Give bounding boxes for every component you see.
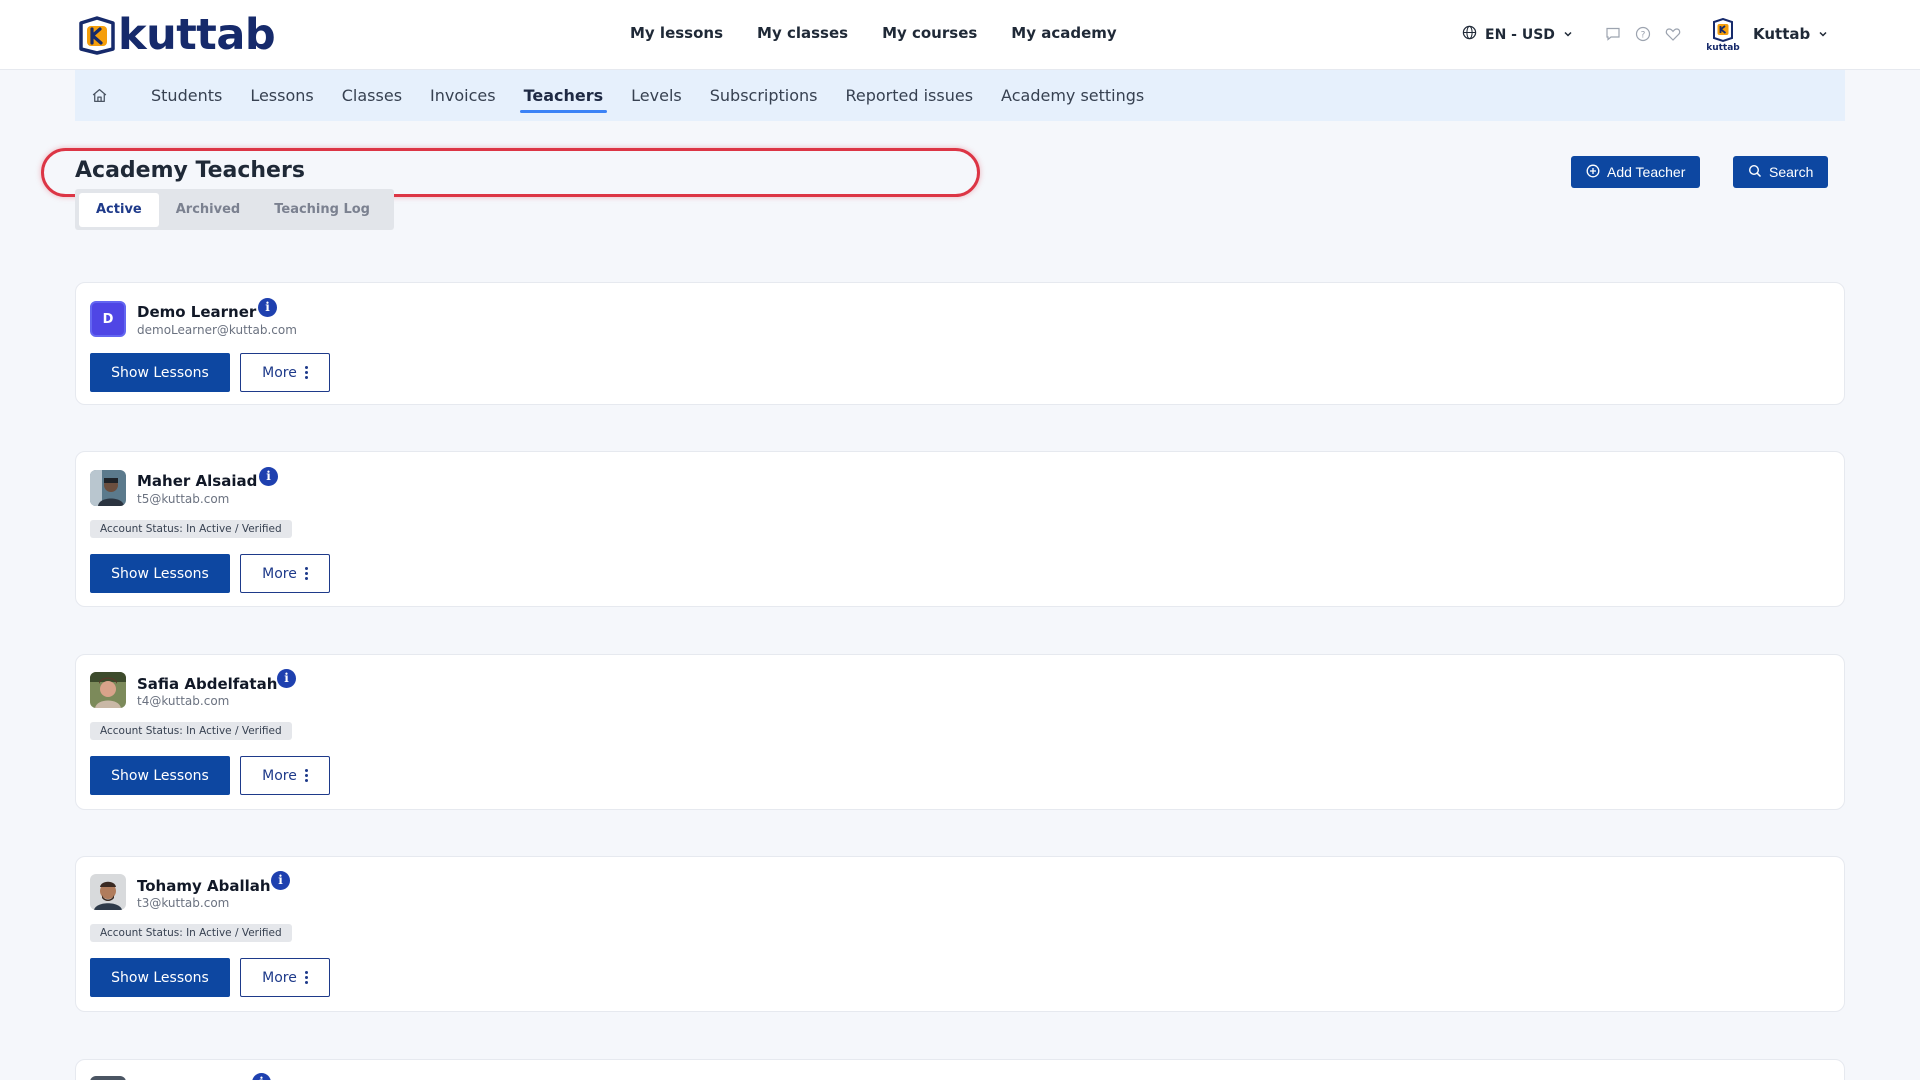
add-teacher-button[interactable]: Add Teacher xyxy=(1571,156,1701,188)
help-icon[interactable]: ? xyxy=(1635,26,1651,42)
kebab-menu-icon xyxy=(304,366,308,379)
avatar xyxy=(90,1076,126,1080)
subnav-classes[interactable]: Classes xyxy=(342,70,402,121)
nav-my-academy[interactable]: My academy xyxy=(1011,24,1116,42)
chat-icon[interactable] xyxy=(1605,26,1621,42)
teacher-card: i xyxy=(75,1059,1845,1080)
status-badge: Account Status: In Active / Verified xyxy=(90,924,292,942)
header-icons: ? xyxy=(1605,26,1681,42)
more-button[interactable]: More xyxy=(240,958,330,997)
home-icon[interactable] xyxy=(75,87,123,104)
kebab-menu-icon xyxy=(304,769,308,782)
teacher-name: Safia Abdelfatah xyxy=(137,675,278,693)
info-icon[interactable]: i xyxy=(252,1073,271,1080)
more-label: More xyxy=(262,767,297,784)
kebab-menu-icon xyxy=(304,971,308,984)
info-icon[interactable]: i xyxy=(259,467,278,486)
more-button[interactable]: More xyxy=(240,353,330,392)
chevron-down-icon xyxy=(1563,27,1573,43)
user-logo-caption: kuttab xyxy=(1706,43,1740,52)
info-icon[interactable]: i xyxy=(271,871,290,890)
search-label: Search xyxy=(1769,164,1814,180)
heart-icon[interactable] xyxy=(1665,26,1681,42)
subnav-levels[interactable]: Levels xyxy=(631,70,682,121)
teacher-email: t3@kuttab.com xyxy=(137,896,230,910)
subnav-reported-issues[interactable]: Reported issues xyxy=(845,70,973,121)
avatar xyxy=(90,672,126,708)
nav-my-lessons[interactable]: My lessons xyxy=(630,24,723,42)
teacher-status-tabs: Active Archived Teaching Log xyxy=(75,189,394,230)
status-badge: Account Status: In Active / Verified xyxy=(90,722,292,740)
subnav-teachers[interactable]: Teachers xyxy=(519,70,607,121)
plus-circle-icon xyxy=(1586,164,1600,181)
tab-teaching-log[interactable]: Teaching Log xyxy=(257,193,387,227)
add-teacher-label: Add Teacher xyxy=(1607,164,1686,180)
avatar xyxy=(90,874,126,910)
teacher-email: t5@kuttab.com xyxy=(137,492,230,506)
nav-my-classes[interactable]: My classes xyxy=(757,24,848,42)
teacher-name: Demo Learner xyxy=(137,303,257,321)
user-name: Kuttab xyxy=(1753,25,1811,43)
subnav-lessons[interactable]: Lessons xyxy=(250,70,313,121)
user-avatar[interactable]: kuttab xyxy=(1706,17,1740,53)
avatar xyxy=(90,470,126,506)
locale-label: EN - USD xyxy=(1485,26,1555,43)
search-icon xyxy=(1748,164,1762,181)
info-icon[interactable]: i xyxy=(258,298,277,317)
tab-active[interactable]: Active xyxy=(79,192,159,227)
status-badge: Account Status: In Active / Verified xyxy=(90,520,292,538)
brand-name: kuttab xyxy=(118,10,276,60)
teacher-card: D Demo Learner i demoLearner@kuttab.com … xyxy=(75,282,1845,405)
show-lessons-button[interactable]: Show Lessons xyxy=(90,756,230,795)
show-lessons-button[interactable]: Show Lessons xyxy=(90,958,230,997)
teacher-card: Tohamy Aballah i t3@kuttab.com Account S… xyxy=(75,856,1845,1012)
locale-selector[interactable]: EN - USD xyxy=(1462,25,1573,44)
teacher-card: Maher Alsaiad i t5@kuttab.com Account St… xyxy=(75,451,1845,607)
logo-book-icon xyxy=(78,15,116,55)
more-label: More xyxy=(262,364,297,381)
page-title: Academy Teachers xyxy=(75,158,305,183)
teacher-name: Maher Alsaiad xyxy=(137,472,258,490)
kuttab-logo[interactable]: kuttab xyxy=(78,10,276,60)
info-icon[interactable]: i xyxy=(277,669,296,688)
user-menu[interactable]: Kuttab xyxy=(1753,25,1828,43)
subnav-subscriptions[interactable]: Subscriptions xyxy=(710,70,818,121)
academy-subnav: Students Lessons Classes Invoices Teache… xyxy=(75,70,1845,121)
more-button[interactable]: More xyxy=(240,554,330,593)
more-label: More xyxy=(262,565,297,582)
svg-text:?: ? xyxy=(1641,31,1646,41)
top-header: kuttab My lessons My classes My courses … xyxy=(0,0,1920,70)
kebab-menu-icon xyxy=(304,567,308,580)
globe-icon xyxy=(1462,25,1477,44)
more-label: More xyxy=(262,969,297,986)
teacher-card: Safia Abdelfatah i t4@kuttab.com Account… xyxy=(75,654,1845,810)
show-lessons-button[interactable]: Show Lessons xyxy=(90,554,230,593)
main-nav: My lessons My classes My courses My acad… xyxy=(630,24,1117,42)
chevron-down-icon xyxy=(1818,25,1828,43)
more-button[interactable]: More xyxy=(240,756,330,795)
teacher-email: demoLearner@kuttab.com xyxy=(137,323,297,337)
subnav-invoices[interactable]: Invoices xyxy=(430,70,496,121)
show-lessons-button[interactable]: Show Lessons xyxy=(90,353,230,392)
teacher-name: Tohamy Aballah xyxy=(137,877,271,895)
search-button[interactable]: Search xyxy=(1733,156,1829,188)
avatar: D xyxy=(90,301,126,337)
teacher-email: t4@kuttab.com xyxy=(137,694,230,708)
tab-archived[interactable]: Archived xyxy=(159,193,258,227)
nav-my-courses[interactable]: My courses xyxy=(882,24,977,42)
subnav-academy-settings[interactable]: Academy settings xyxy=(1001,70,1144,121)
subnav-students[interactable]: Students xyxy=(151,70,222,121)
